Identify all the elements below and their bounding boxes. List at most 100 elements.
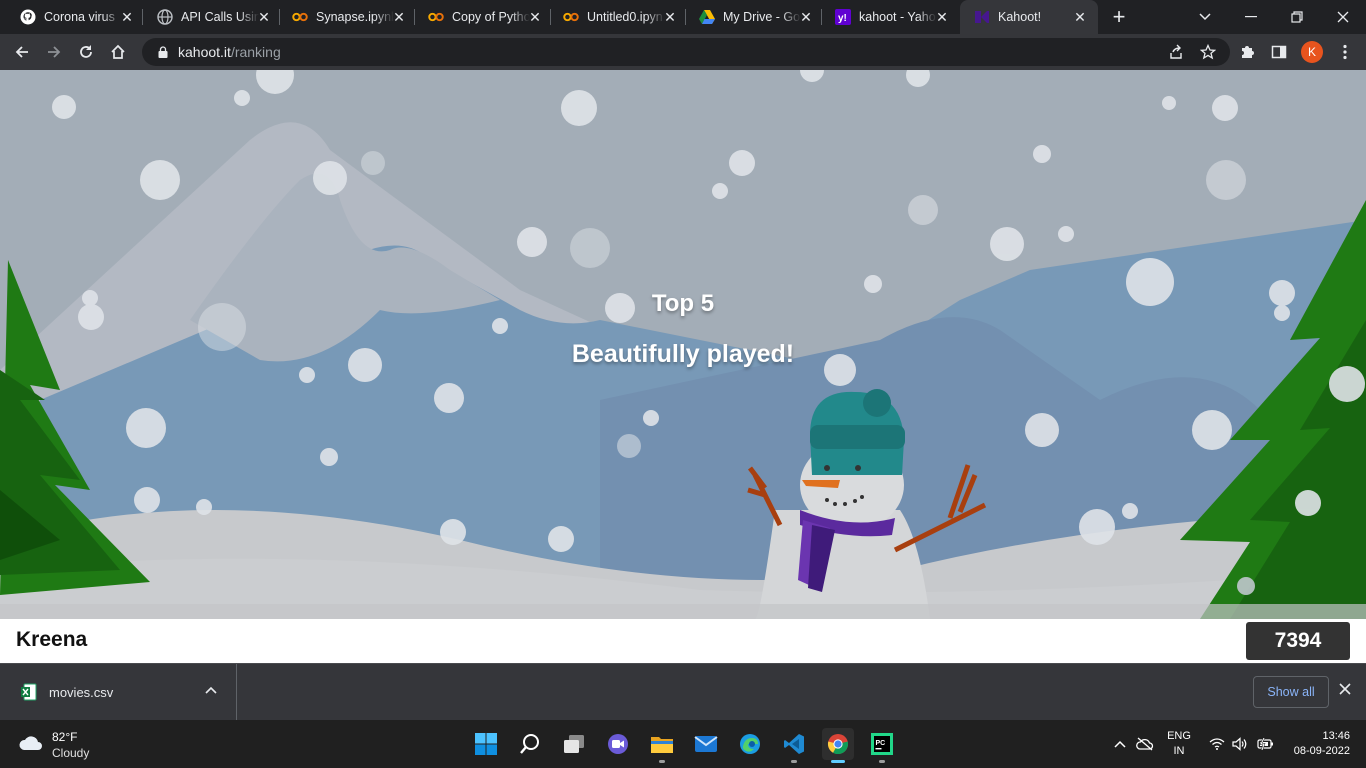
download-file-name: movies.csv [49, 685, 114, 700]
side-panel-button[interactable] [1265, 38, 1293, 66]
forward-button[interactable] [40, 38, 68, 66]
ranking-heading: Top 5 [651, 290, 715, 317]
close-icon[interactable]: ✕ [119, 9, 135, 25]
chrome-icon[interactable] [822, 728, 854, 763]
download-bar: movies.csv Show all [0, 663, 1366, 721]
file-explorer-icon[interactable] [646, 728, 678, 763]
kahoot-ranking-page: Top 5 Beautifully played! [0, 70, 1366, 619]
player-name: Kreena [16, 628, 88, 651]
minimize-button[interactable] [1228, 0, 1274, 34]
tab-corona-virus[interactable]: Corona virus ✕ [0, 0, 143, 34]
excel-file-icon [21, 683, 37, 701]
close-icon[interactable]: ✕ [527, 9, 543, 25]
edge-icon[interactable] [734, 728, 766, 760]
show-all-downloads-button[interactable]: Show all [1253, 676, 1329, 708]
tab-title: kahoot - Yaho [859, 10, 936, 24]
new-tab-button[interactable]: + [1108, 6, 1130, 28]
chevron-up-icon[interactable] [1110, 720, 1130, 768]
weather-description[interactable]: Cloudy [52, 746, 89, 760]
puzzle-icon [1242, 46, 1254, 58]
close-icon[interactable]: ✕ [798, 9, 814, 25]
tab-search-button[interactable] [1182, 0, 1228, 34]
battery-icon[interactable] [1253, 720, 1277, 768]
tab-copy-of-python[interactable]: Copy of Pytho ✕ [408, 0, 551, 34]
tab-title: Corona virus [44, 10, 115, 24]
kahoot-icon [974, 9, 990, 25]
colab-icon [428, 9, 444, 25]
url-text: kahoot.it/ranking [178, 44, 281, 60]
tab-kahoot-active[interactable]: Kahoot! ✕ [960, 0, 1098, 34]
kebab-menu-icon [1343, 44, 1347, 60]
tab-untitled0[interactable]: Untitled0.ipyn ✕ [543, 0, 686, 34]
volume-icon[interactable] [1229, 720, 1251, 768]
running-indicator [879, 760, 885, 763]
menu-button[interactable] [1331, 38, 1359, 66]
google-drive-icon [699, 9, 715, 25]
tab-title: Copy of Pytho [452, 10, 530, 24]
tab-title: My Drive - Go [723, 10, 801, 24]
cloud-icon[interactable] [18, 732, 44, 754]
search-icon[interactable] [514, 728, 546, 760]
close-icon[interactable]: ✕ [256, 9, 272, 25]
active-indicator [831, 760, 845, 763]
tab-title: Synapse.ipynb [316, 10, 394, 24]
close-icon[interactable]: ✕ [934, 9, 950, 25]
reload-button[interactable] [72, 38, 100, 66]
player-score: 7394 [1246, 622, 1350, 660]
onedrive-offline-icon[interactable] [1133, 720, 1157, 768]
back-button[interactable] [8, 38, 36, 66]
colab-icon [292, 9, 308, 25]
weather-temperature[interactable]: 82°F [52, 730, 77, 744]
tab-kahoot-yahoo[interactable]: y! kahoot - Yaho ✕ [815, 0, 958, 34]
tab-my-drive[interactable]: My Drive - Go ✕ [679, 0, 822, 34]
close-download-bar-button[interactable] [1339, 682, 1351, 700]
reload-icon [80, 45, 92, 58]
start-icon[interactable] [470, 728, 502, 760]
pycharm-icon[interactable]: PC [866, 728, 898, 763]
task-view-icon[interactable] [558, 728, 590, 760]
download-item[interactable]: movies.csv [0, 664, 237, 721]
svg-text:PC: PC [876, 740, 886, 747]
share-icon [1170, 44, 1182, 59]
bookmark-button[interactable] [1194, 38, 1222, 66]
svg-text:y!: y! [838, 13, 847, 24]
close-icon[interactable]: ✕ [1072, 9, 1088, 25]
arrow-left-icon [15, 46, 28, 58]
close-icon[interactable]: ✕ [662, 9, 678, 25]
colab-icon [563, 9, 579, 25]
arrow-right-icon [48, 46, 61, 58]
tab-synapse[interactable]: Synapse.ipynb ✕ [272, 0, 415, 34]
teams-chat-icon[interactable] [602, 728, 634, 760]
tab-title: Kahoot! [998, 10, 1042, 24]
address-bar[interactable]: kahoot.it/ranking [142, 38, 1230, 66]
close-window-button[interactable] [1320, 0, 1366, 34]
yahoo-icon: y! [835, 9, 851, 25]
profile-avatar[interactable]: K [1301, 41, 1323, 63]
close-icon[interactable]: ✕ [391, 9, 407, 25]
tab-title: Untitled0.ipyn [587, 10, 663, 24]
star-icon [1200, 44, 1216, 60]
tab-strip: Corona virus ✕ API Calls Usin ✕ Synapse.… [0, 0, 1366, 34]
player-score-bar: Kreena 7394 [0, 619, 1366, 663]
extensions-button[interactable] [1233, 38, 1261, 66]
share-button[interactable] [1162, 38, 1190, 66]
chevron-down-icon [1199, 13, 1211, 21]
lock-icon [158, 46, 168, 58]
vscode-icon[interactable] [778, 728, 810, 763]
wifi-icon[interactable] [1206, 720, 1228, 768]
tab-title: API Calls Usin [181, 10, 259, 24]
globe-icon [157, 9, 173, 25]
tab-api-calls[interactable]: API Calls Usin ✕ [137, 0, 280, 34]
ranking-subheading: Beautifully played! [571, 340, 795, 368]
language-indicator[interactable]: ENG IN [1163, 729, 1195, 759]
close-icon [1339, 683, 1351, 695]
system-clock[interactable]: 13:46 08-09-2022 [1280, 729, 1350, 759]
mail-icon[interactable] [690, 728, 722, 760]
home-button[interactable] [104, 38, 132, 66]
side-panel-icon [1271, 45, 1287, 59]
restore-button[interactable] [1274, 0, 1320, 34]
running-indicator [791, 760, 797, 763]
chevron-up-icon[interactable] [205, 683, 217, 697]
windows-taskbar: 82°F Cloudy PC ENG IN 13:46 08-09-2022 [0, 720, 1366, 768]
home-icon [111, 44, 125, 59]
